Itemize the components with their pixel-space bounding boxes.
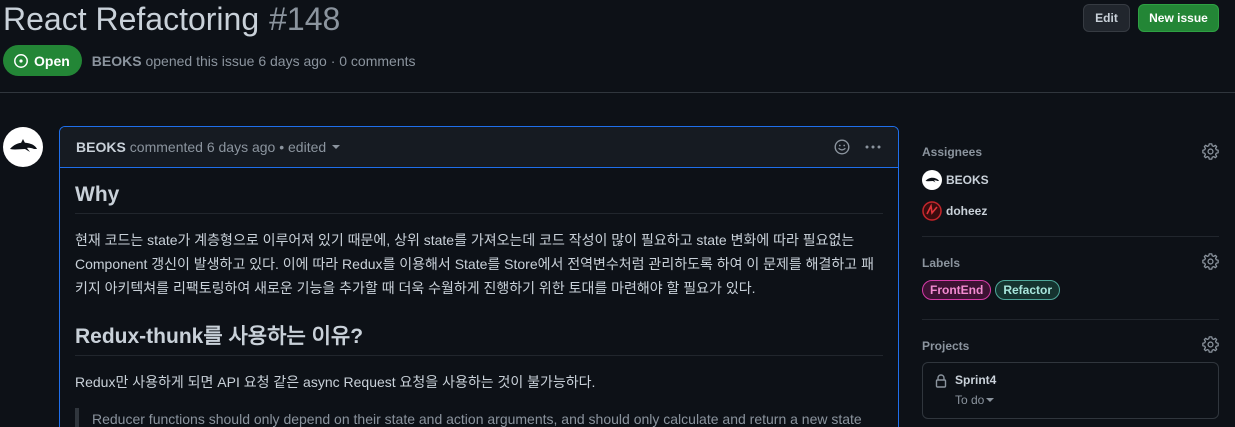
issue-title-row: React Refactoring #148 [3, 0, 340, 40]
dolphin-avatar-icon [925, 177, 939, 183]
issue-author-link[interactable]: BEOKS [92, 53, 142, 69]
label-refactor[interactable]: Refactor [995, 280, 1061, 300]
label-frontend[interactable]: FrontEnd [922, 280, 992, 300]
issue-open-icon [14, 53, 28, 68]
issue-meta-row: Open BEOKS opened this issue 6 days ago … [3, 45, 416, 76]
lock-icon [935, 374, 947, 388]
issue-header: React Refactoring #148 Edit New issue Op… [0, 0, 1235, 93]
blockquote: Reducer functions should only depend on … [75, 408, 883, 427]
projects-section: Projects Sprint4 To do [922, 320, 1219, 427]
comment-author-link[interactable]: BEOKS [76, 139, 126, 155]
issue-title: React Refactoring [3, 1, 260, 37]
issue-number: #148 [269, 1, 341, 37]
avatar [922, 201, 942, 221]
heading-why: Why [75, 180, 883, 214]
paragraph-redux: Redux만 사용하게 되면 API 요청 같은 async Request 요… [75, 374, 596, 390]
paragraph-why: 현재 코드는 state가 계층형으로 이루어져 있기 때문에, 상위 stat… [75, 232, 874, 296]
projects-title[interactable]: Projects [922, 338, 969, 354]
assignees-title[interactable]: Assignees [922, 144, 982, 160]
chevron-down-icon [986, 398, 995, 402]
comment-meta[interactable]: commented 6 days ago • edited [130, 139, 326, 155]
project-name[interactable]: Sprint4 [955, 373, 996, 387]
issue-comment: BEOKS commented 6 days ago • edited Why [59, 126, 899, 427]
labels-title[interactable]: Labels [922, 255, 960, 271]
issue-meta-text: opened this issue 6 days ago · 0 comment… [145, 52, 416, 69]
issue-sidebar: Assignees BEOKS doheez Labels FrontEnd R… [922, 126, 1219, 427]
issue-page: React Refactoring #148 Edit New issue Op… [0, 0, 1235, 427]
assignees-section: Assignees BEOKS doheez [922, 126, 1219, 237]
assignee-name: BEOKS [946, 173, 989, 187]
assignee-item[interactable]: doheez [922, 201, 987, 221]
new-issue-button[interactable]: New issue [1138, 4, 1219, 32]
gear-icon[interactable] [1202, 143, 1219, 160]
edit-button[interactable]: Edit [1083, 4, 1130, 32]
status-badge: Open [3, 45, 82, 76]
avatar[interactable] [3, 127, 43, 167]
project-status-select[interactable]: To do [955, 393, 995, 407]
comment-body: Why 현재 코드는 state가 계층형으로 이루어져 있기 때문에, 상위 … [60, 168, 898, 427]
assignee-item[interactable]: BEOKS [922, 170, 989, 190]
chevron-down-icon[interactable] [332, 145, 341, 149]
project-status: To do [955, 393, 985, 407]
labels-list: FrontEnd Refactor [922, 280, 1061, 300]
issue-meta: BEOKS opened this issue 6 days ago · 0 c… [92, 53, 416, 69]
comment-actions [834, 139, 882, 155]
avatar [922, 170, 942, 190]
status-label: Open [34, 52, 70, 69]
project-card[interactable]: Sprint4 To do [922, 362, 1219, 419]
kebab-horizontal-icon[interactable] [864, 139, 882, 155]
comment-header: BEOKS commented 6 days ago • edited [60, 127, 898, 168]
heading-redux-thunk: Redux-thunk를 사용하는 이유? [75, 322, 883, 356]
gear-icon[interactable] [1202, 336, 1219, 353]
gear-icon[interactable] [1202, 253, 1219, 270]
smiley-icon[interactable] [834, 139, 850, 155]
red-logo-avatar-icon [922, 201, 942, 221]
labels-section: Labels FrontEnd Refactor [922, 237, 1219, 320]
assignee-name: doheez [946, 204, 988, 218]
dolphin-avatar-icon [10, 139, 37, 152]
